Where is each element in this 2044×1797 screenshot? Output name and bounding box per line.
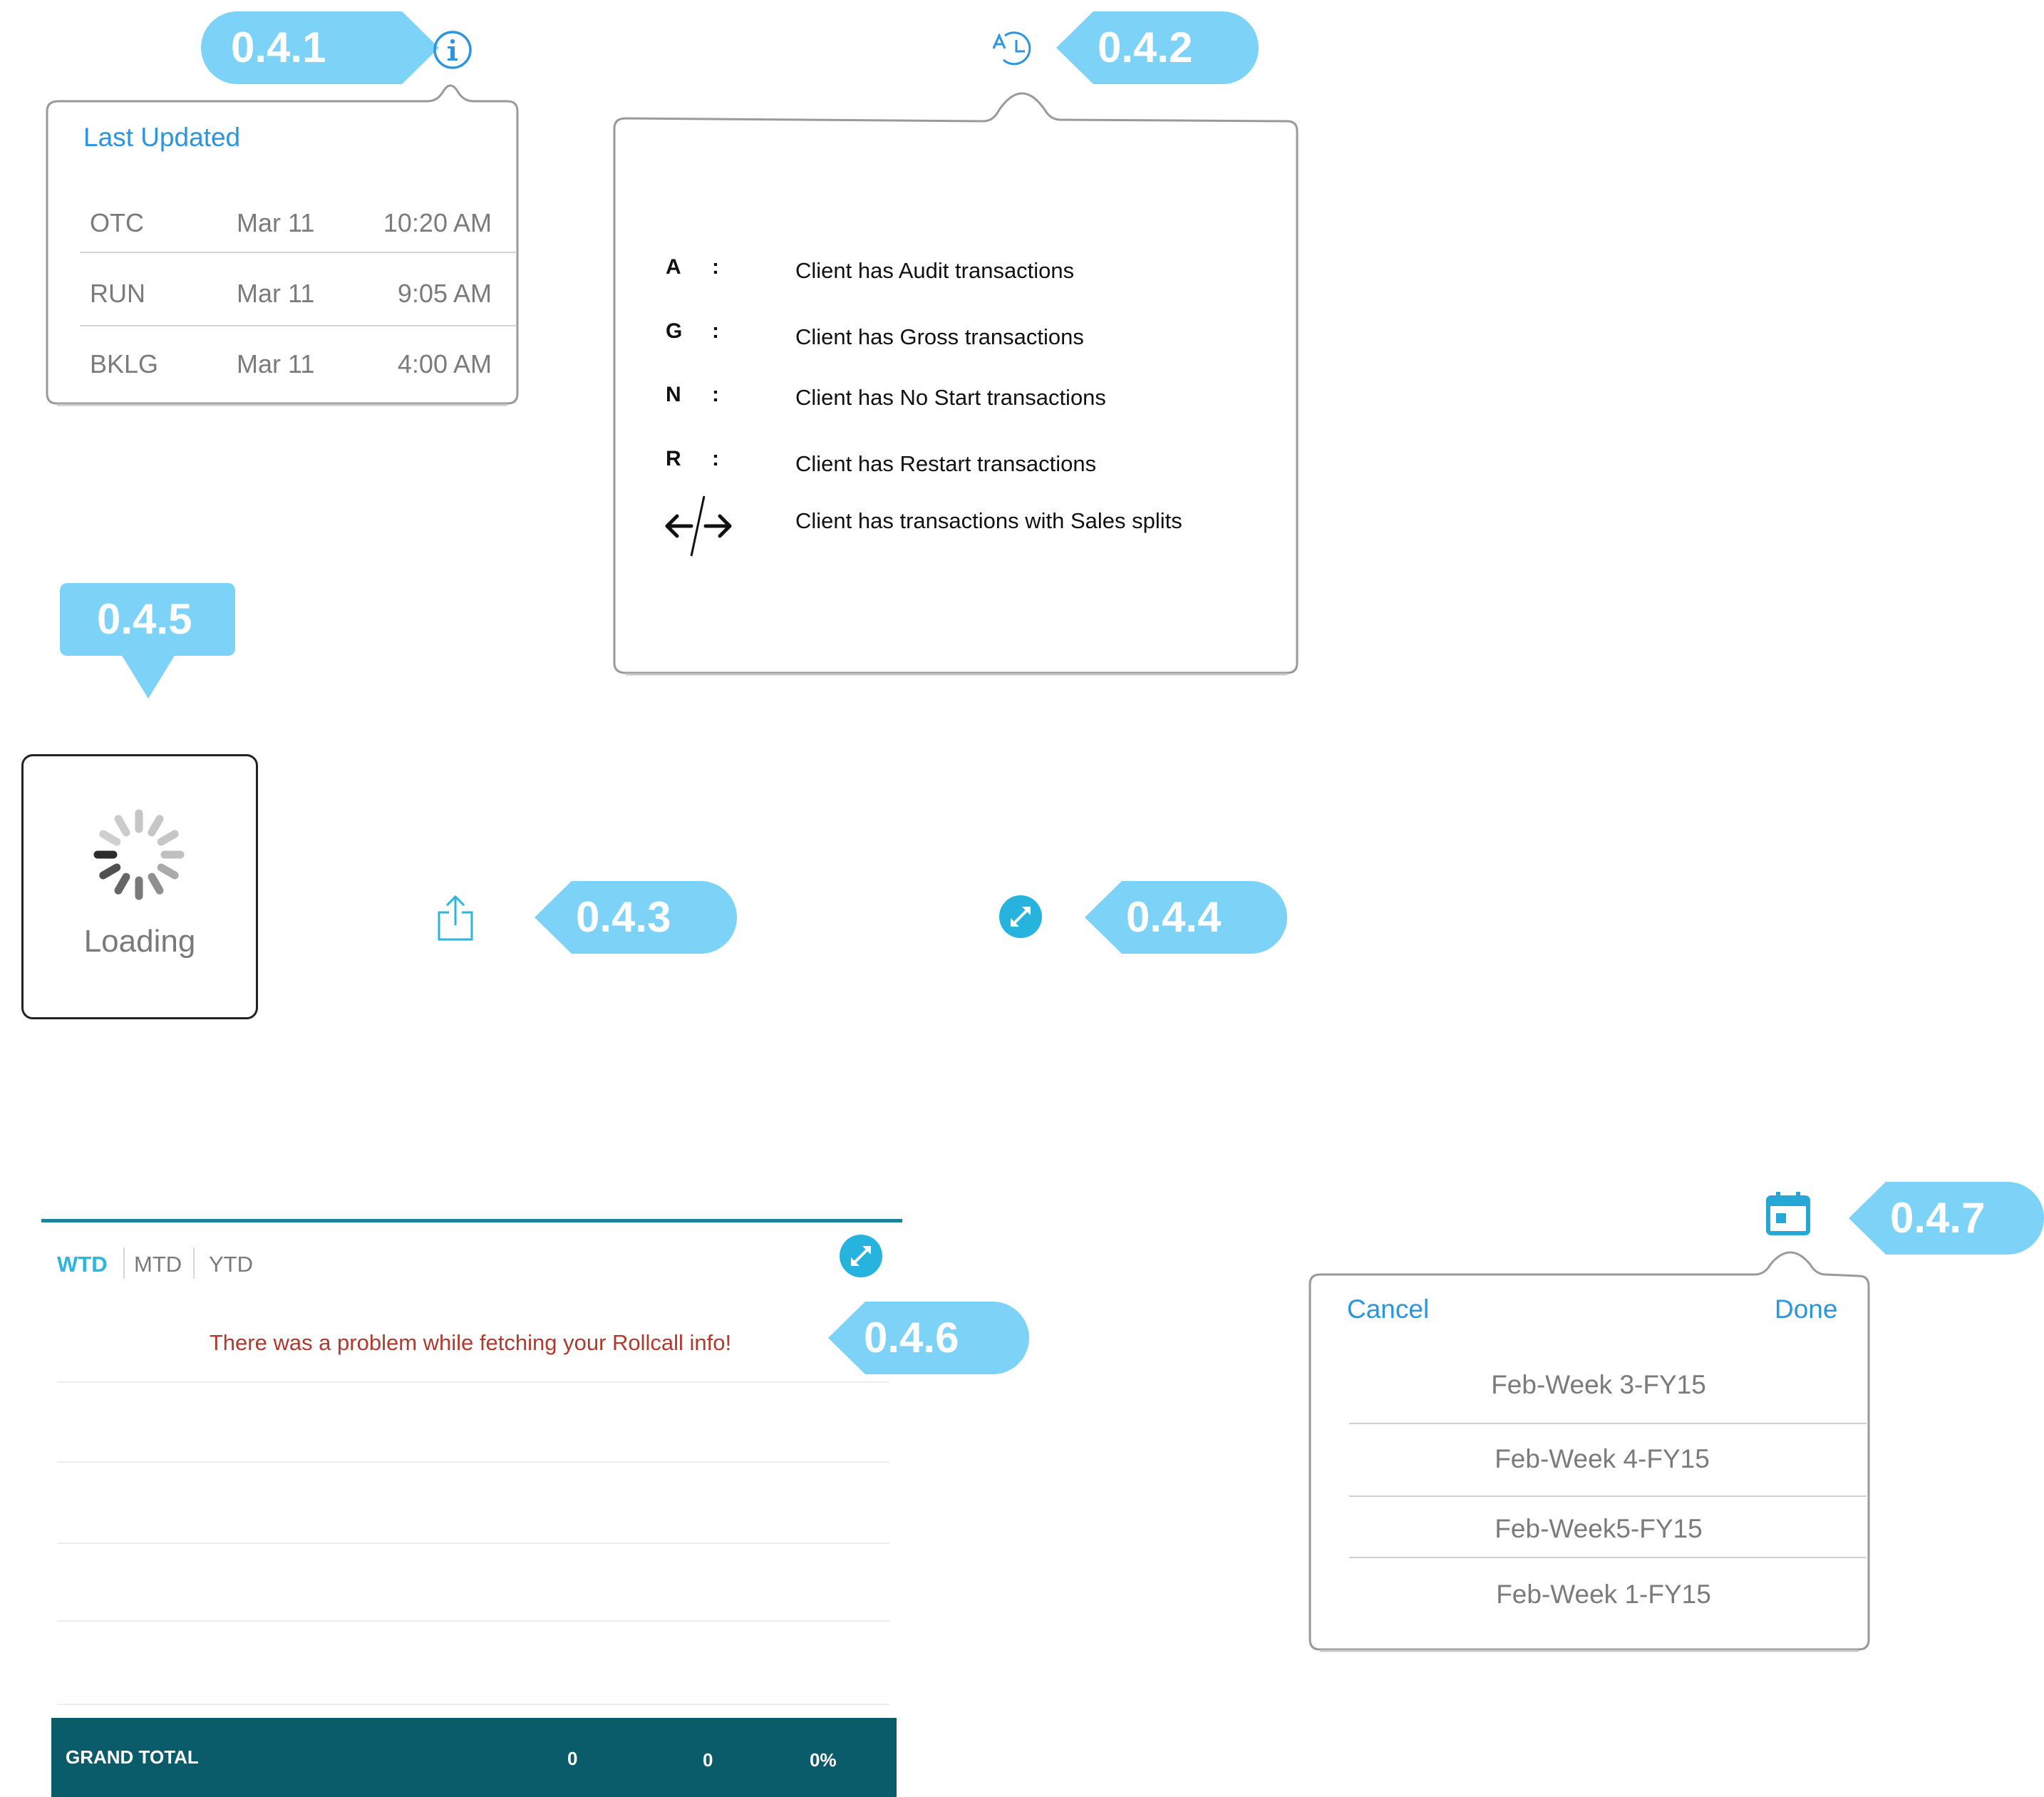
cancel-button[interactable]: Cancel xyxy=(1347,1294,1429,1324)
picker-option[interactable]: Feb-Week5-FY15 xyxy=(1385,1514,1812,1544)
picker-option[interactable]: Feb-Week 4-FY15 xyxy=(1388,1444,1816,1474)
divider xyxy=(1349,1495,1867,1497)
divider xyxy=(1349,1423,1867,1424)
picker-option[interactable]: Feb-Week 3-FY15 xyxy=(1385,1370,1812,1400)
divider xyxy=(1349,1557,1867,1558)
picker-option[interactable]: Feb-Week 1-FY15 xyxy=(1390,1580,1817,1610)
done-button[interactable]: Done xyxy=(1775,1294,1837,1324)
